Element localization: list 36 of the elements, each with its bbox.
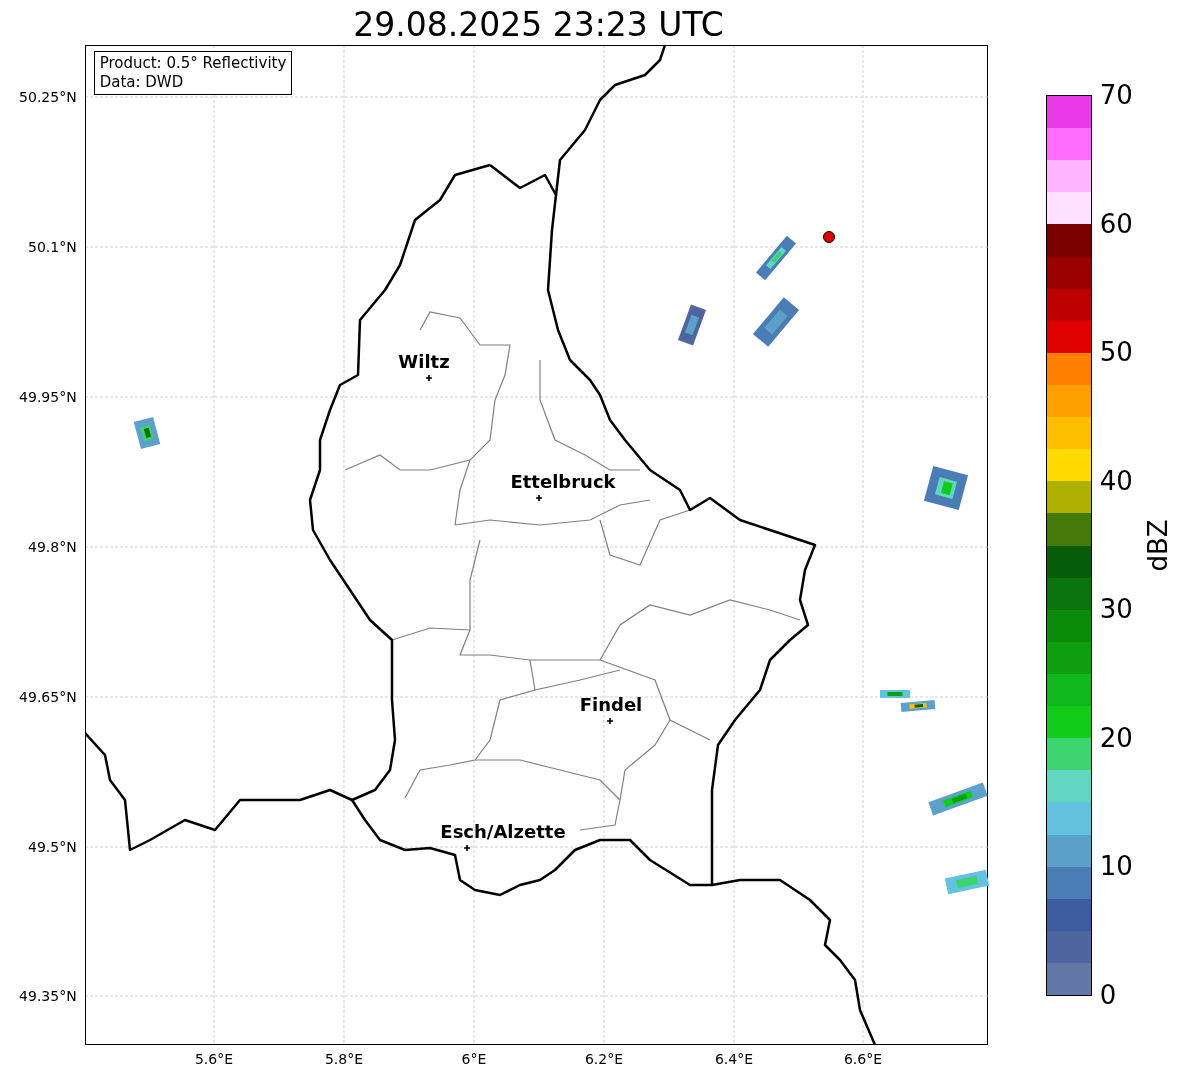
longitude-tick-label: 6.2°E: [583, 1051, 625, 1067]
colorbar-tick-label: 40: [1099, 465, 1133, 496]
colorbar-tick-label: 20: [1099, 722, 1133, 753]
city-marker-icon: [605, 717, 614, 725]
legend-text: Product: 0.5° Reflectivity: [99, 54, 287, 73]
radar-site-marker: [822, 231, 835, 243]
city-label: Findel: [579, 694, 642, 715]
latitude-tick-label: 50.25°N: [19, 89, 77, 105]
colorbar-label: dBZ: [1141, 519, 1174, 572]
latitude-tick-label: 49.95°N: [19, 389, 77, 405]
colorbar-tick-label: 0: [1099, 980, 1117, 1010]
colorbar-tick-label: 30: [1099, 594, 1133, 625]
longitude-tick-label: 6°E: [460, 1051, 488, 1067]
city-marker-icon: [424, 374, 433, 382]
latitude-tick-label: 49.65°N: [19, 689, 77, 705]
colorbar-tick-label: 50: [1099, 337, 1133, 368]
radar-echo: [900, 700, 935, 712]
colorbar-tick-label: 10: [1099, 851, 1133, 882]
latitude-tick-label: 49.8°N: [28, 539, 77, 555]
longitude-tick-label: 6.4°E: [713, 1051, 755, 1067]
latitude-tick-label: 50.1°N: [28, 239, 77, 255]
city-label: Esch/Alzette: [440, 821, 566, 842]
city-marker-icon: [462, 844, 471, 852]
city-marker-icon: [534, 494, 543, 502]
radar-echo: [879, 690, 910, 698]
longitude-tick-label: 6.6°E: [842, 1051, 884, 1067]
legend-text: Data: DWD: [99, 73, 185, 92]
colorbar-tick-label: 70: [1099, 80, 1133, 110]
longitude-tick-label: 5.6°E: [193, 1051, 235, 1067]
latitude-tick-label: 49.5°N: [28, 839, 77, 855]
city-label: Wiltz: [398, 351, 450, 372]
colorbar-tick-label: 60: [1099, 208, 1133, 239]
city-label: Ettelbruck: [510, 471, 616, 492]
longitude-tick-label: 5.8°E: [323, 1051, 365, 1067]
chart-title: 29.08.2025 23:23 UTC: [353, 5, 724, 45]
latitude-tick-label: 49.35°N: [19, 988, 77, 1004]
